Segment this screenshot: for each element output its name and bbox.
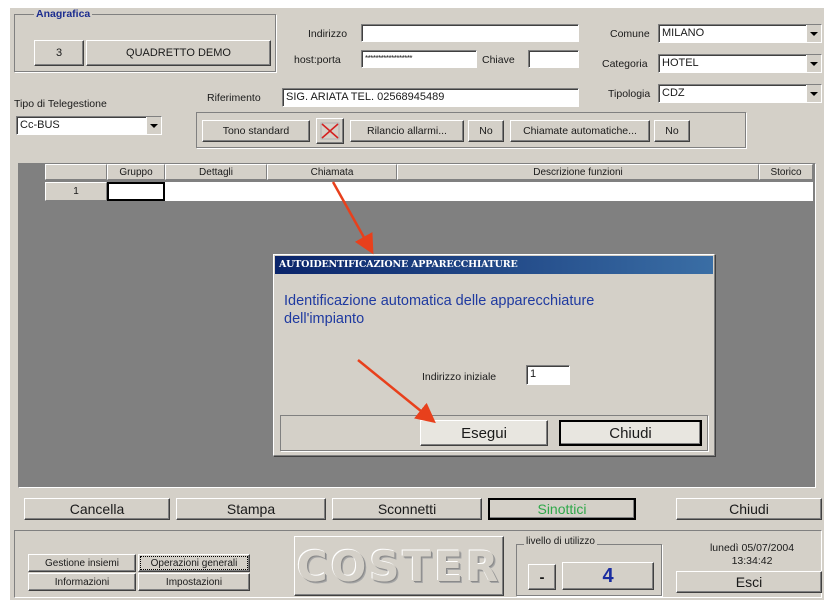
riferimento-label: Riferimento [207, 92, 261, 104]
chevron-down-icon[interactable] [806, 55, 821, 72]
operazioni-generali-button[interactable]: Operazioni generali [138, 554, 250, 572]
sconnetti-button[interactable]: Sconnetti [332, 498, 482, 520]
rilancio-value-button[interactable]: No [468, 120, 504, 142]
dialog-title: AUTOIDENTIFICAZIONE APPARECCHIATURE [279, 259, 518, 270]
riferimento-field[interactable]: SIG. ARIATA TEL. 02568945489 [282, 88, 579, 107]
stampa-button[interactable]: Stampa [176, 498, 326, 520]
anagrafica-title: Anagrafica [34, 8, 93, 20]
tipologia-label: Tipologia [608, 88, 651, 100]
chiudi-button[interactable]: Chiudi [676, 498, 822, 520]
cross-icon [320, 122, 340, 140]
esegui-button[interactable]: Esegui [420, 420, 548, 446]
hostporta-label: host:porta [294, 54, 341, 66]
autoidentification-dialog: AUTOIDENTIFICAZIONE APPARECCHIATURE Iden… [273, 254, 715, 456]
indirizzo-field[interactable] [361, 24, 579, 42]
column-descrizione[interactable]: Descrizione funzioni [397, 164, 759, 180]
dialog-chiudi-label: Chiudi [609, 424, 652, 442]
dialog-chiudi-button[interactable]: Chiudi [559, 420, 702, 446]
livello-value-button[interactable]: 4 [562, 562, 654, 590]
selected-cell[interactable] [107, 182, 165, 201]
informazioni-button[interactable]: Informazioni [28, 573, 136, 591]
cancella-button[interactable]: Cancella [24, 498, 170, 520]
livello-minus-button[interactable]: - [528, 564, 556, 590]
hostporta-field[interactable]: ****************** [361, 50, 477, 68]
indirizzo-label: Indirizzo [308, 28, 348, 40]
tipologia-dropdown[interactable]: CDZ [658, 84, 822, 103]
chiave-field[interactable] [528, 50, 579, 68]
tono-standard-button[interactable]: Tono standard [202, 120, 310, 142]
chiamate-value-button[interactable]: No [654, 120, 690, 142]
plant-number-button[interactable]: 3 [34, 40, 84, 66]
table-row[interactable] [107, 182, 813, 201]
impostazioni-button[interactable]: Impostazioni [138, 573, 250, 591]
comune-dropdown[interactable]: MILANO [658, 24, 822, 43]
row-index: 1 [45, 182, 107, 201]
esci-button[interactable]: Esci [676, 571, 822, 593]
column-dettagli[interactable]: Dettagli [165, 164, 267, 180]
dialog-message: Identificazione automatica delle apparec… [284, 293, 595, 327]
column-storico[interactable]: Storico [759, 164, 813, 180]
gestione-insiemi-button[interactable]: Gestione insiemi [28, 554, 136, 572]
mute-button[interactable] [316, 118, 344, 144]
esegui-label: Esegui [461, 424, 507, 442]
coster-logo-text: COSTER [296, 541, 502, 591]
coster-logo: COSTER [294, 536, 504, 596]
chevron-down-icon[interactable] [806, 85, 821, 102]
start-address-label: Indirizzo iniziale [422, 371, 497, 383]
tipologia-value: CDZ [662, 87, 685, 99]
date-text: lunedì 05/07/2004 [709, 542, 795, 554]
categoria-dropdown[interactable]: HOTEL [658, 54, 822, 73]
column-gruppo[interactable]: Gruppo [107, 164, 165, 180]
telegestione-label: Tipo di Telegestione [14, 98, 107, 110]
chiamate-automatiche-button[interactable]: Chiamate automatiche... [510, 120, 650, 142]
grid-corner-header [45, 164, 107, 180]
chevron-down-icon[interactable] [146, 117, 161, 134]
rilancio-allarmi-button[interactable]: Rilancio allarmi... [350, 120, 464, 142]
plant-name-button[interactable]: QUADRETTO DEMO [86, 40, 271, 66]
dialog-titlebar: AUTOIDENTIFICAZIONE APPARECCHIATURE [275, 256, 713, 274]
chevron-down-icon[interactable] [806, 25, 821, 42]
telegestione-value: Cc-BUS [20, 119, 60, 131]
comune-label: Comune [610, 28, 650, 40]
categoria-label: Categoria [602, 58, 648, 70]
sinottici-button[interactable]: Sinottici [488, 498, 636, 520]
start-address-field[interactable]: 1 [526, 365, 570, 385]
telegestione-dropdown[interactable]: Cc-BUS [16, 116, 162, 135]
column-chiamata[interactable]: Chiamata [267, 164, 397, 180]
comune-value: MILANO [662, 27, 705, 39]
chiave-label: Chiave [482, 54, 515, 66]
livello-label: livello di utilizzo [524, 536, 597, 547]
time-text: 13:34:42 [731, 555, 773, 567]
main-window: Anagrafica 3 QUADRETTO DEMO Indirizzo ho… [10, 8, 824, 600]
categoria-value: HOTEL [662, 57, 699, 69]
